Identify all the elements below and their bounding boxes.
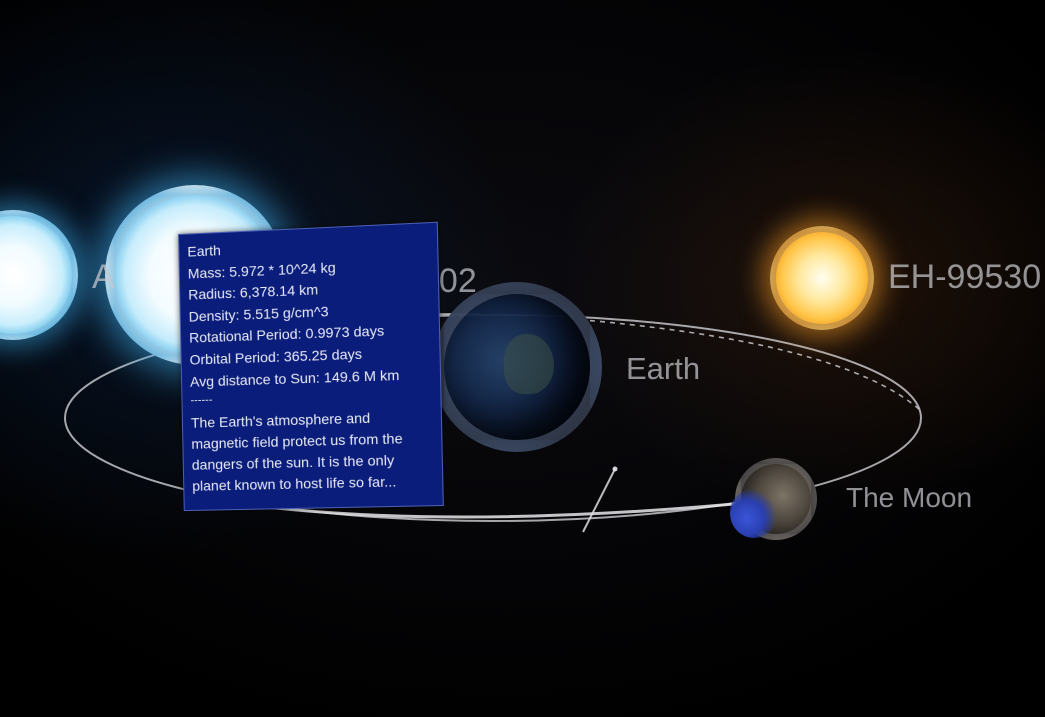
star-label-orange: EH-99530 [888, 258, 1041, 297]
earth-continent [504, 334, 554, 394]
earth-planet[interactable] [432, 282, 602, 452]
needle-tip [613, 467, 618, 472]
direction-needle [583, 469, 615, 532]
moon-lit-crescent [730, 488, 778, 538]
orbit-dashed-segment [560, 318, 920, 410]
earth-label: Earth [626, 351, 700, 387]
info-description: The Earth's atmosphere and magnetic fiel… [191, 406, 434, 497]
star-orange[interactable] [770, 226, 874, 330]
star-label-left: A [92, 258, 115, 297]
planet-info-panel[interactable]: Earth Mass: 5.972 * 10^24 kg Radius: 6,3… [178, 222, 444, 511]
space-scene[interactable]: A 602 EH-99530 Earth The Moon Earth Mass… [0, 0, 1045, 717]
moon-label: The Moon [846, 482, 972, 514]
